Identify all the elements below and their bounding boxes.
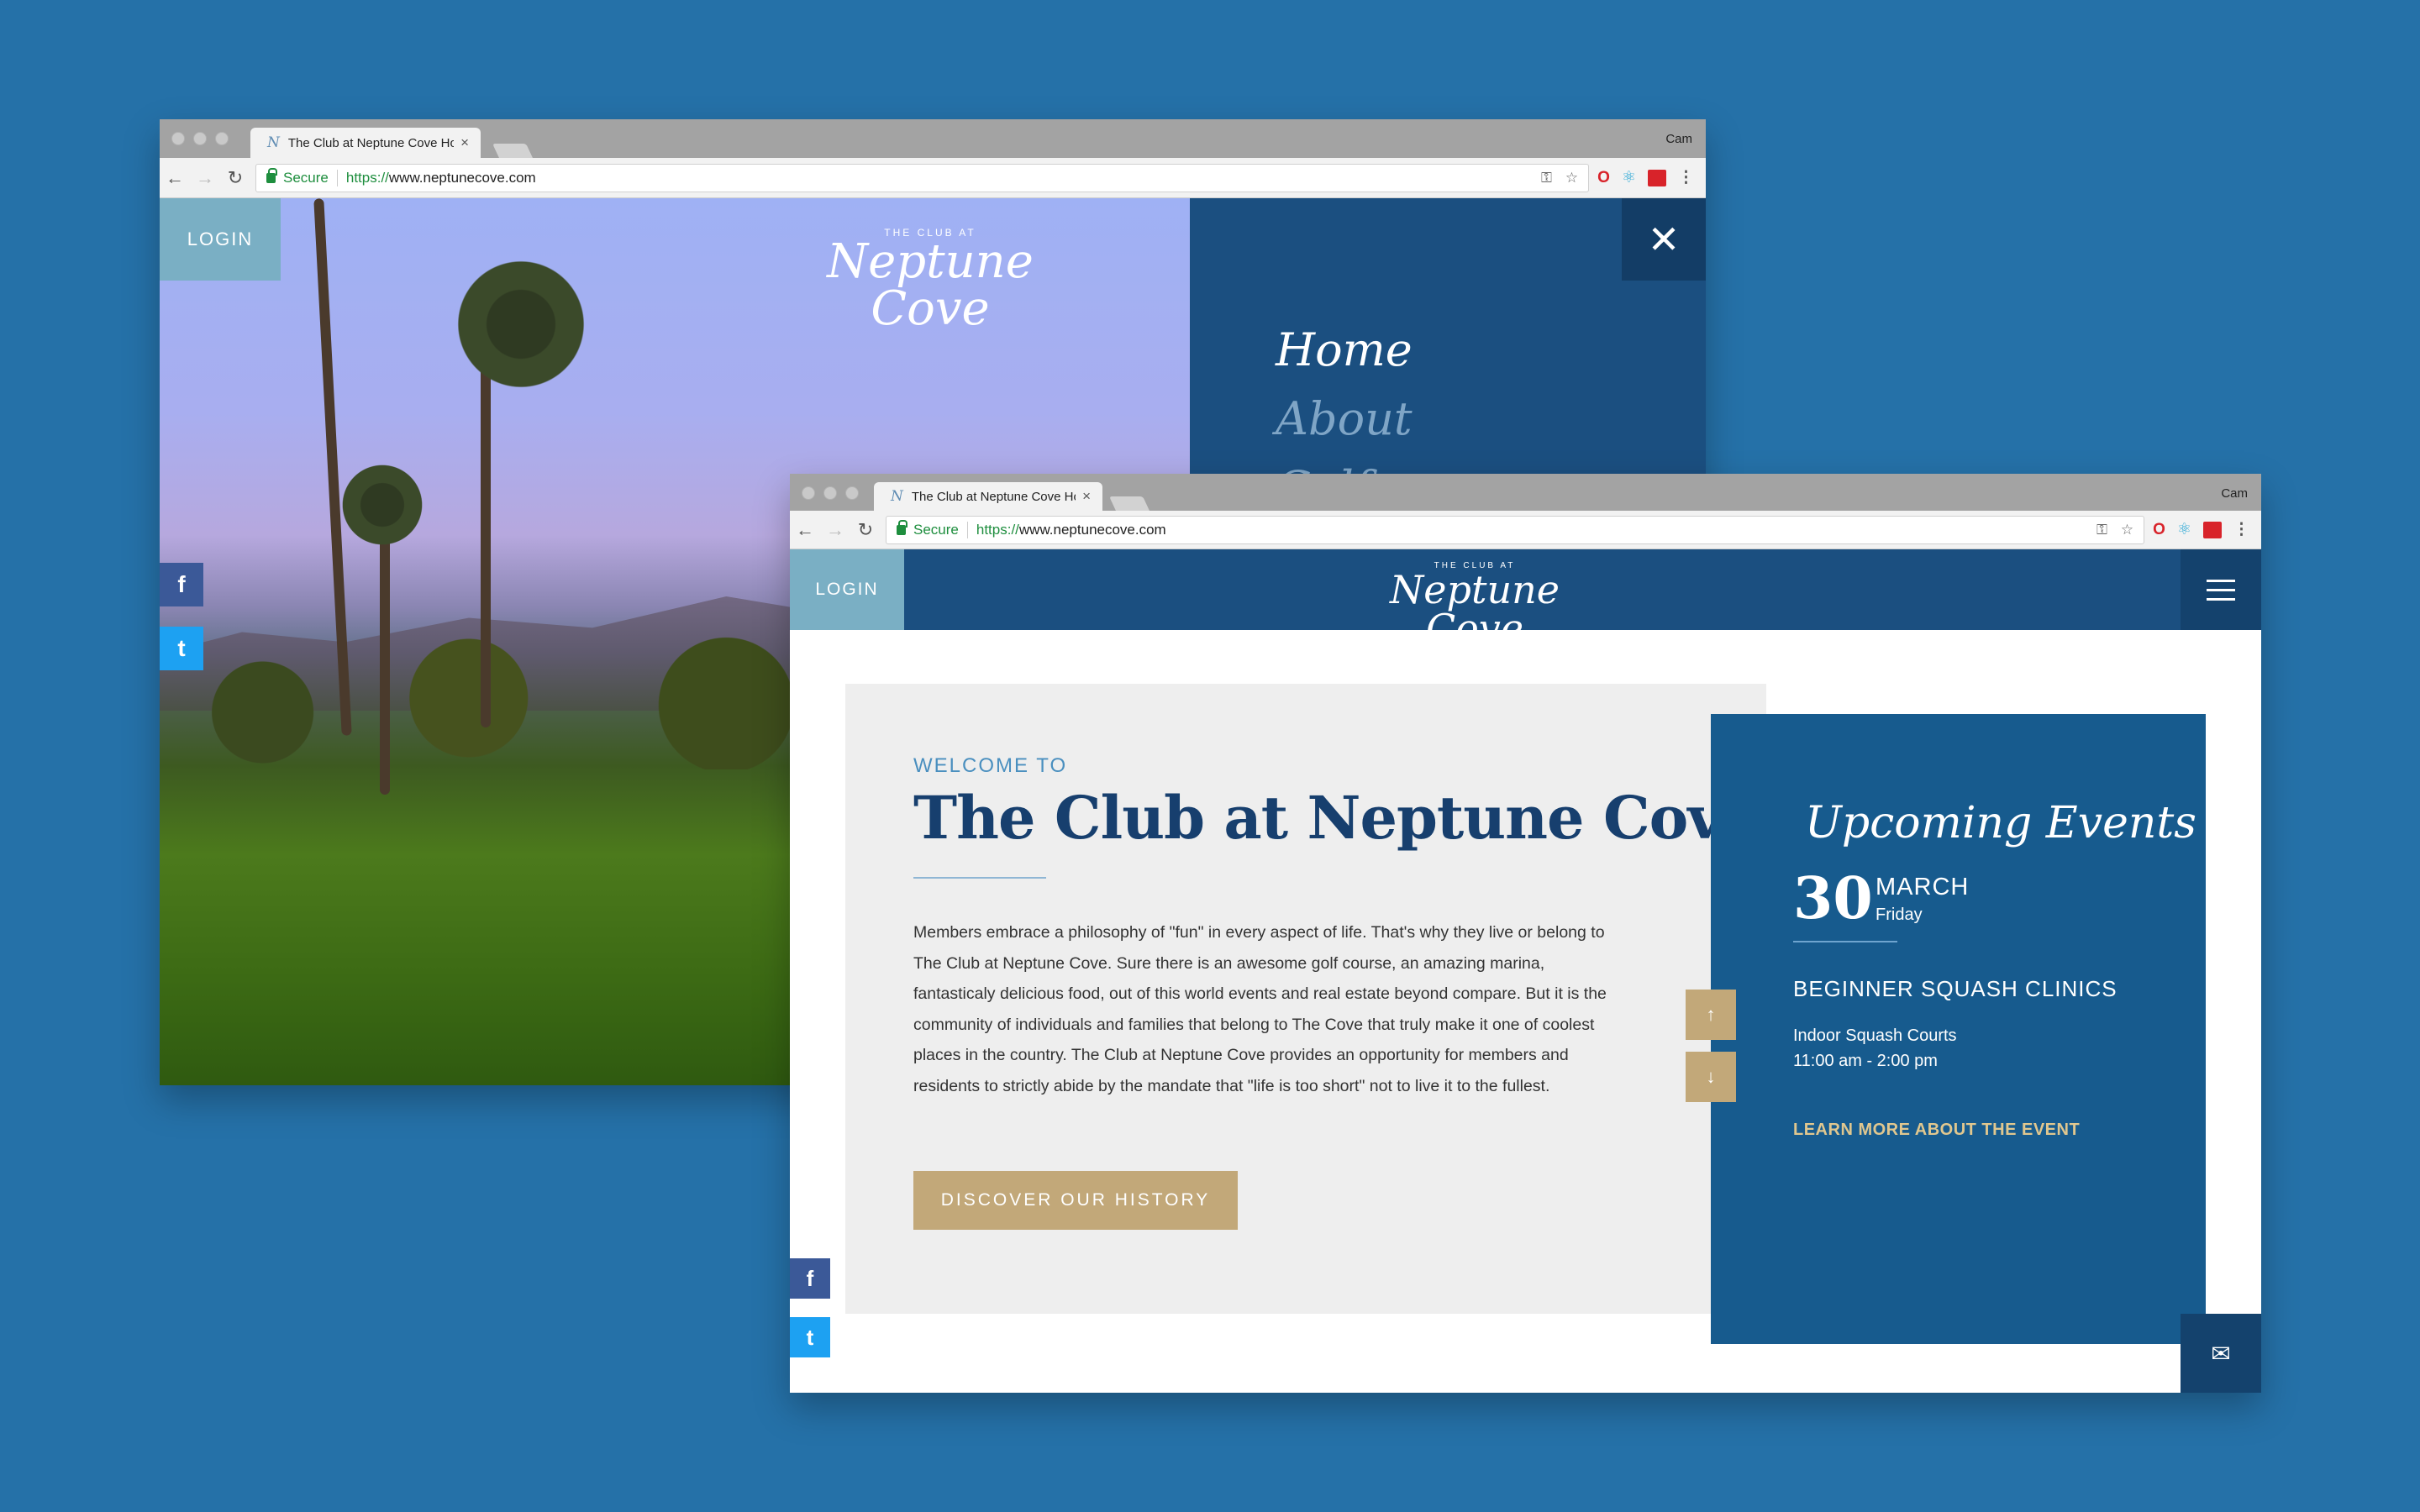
facebook-icon[interactable]: f: [160, 563, 203, 606]
forward-icon[interactable]: →: [190, 167, 220, 189]
welcome-card: WELCOME TO The Club at Neptune Cove Memb…: [845, 684, 1766, 1314]
close-menu-button[interactable]: ✕: [1622, 198, 1706, 281]
upcoming-events-panel: Upcoming Events 30 MARCH Friday BEGINNER…: [1711, 714, 2206, 1344]
bookmark-star-icon[interactable]: ☆: [1565, 170, 1578, 186]
window-controls: [802, 486, 859, 500]
event-location: Indoor Squash Courts: [1793, 1026, 1957, 1045]
twitter-icon[interactable]: t: [790, 1317, 830, 1357]
event-day: 30: [1793, 865, 1873, 932]
address-divider: [966, 521, 968, 538]
secure-label: Secure: [283, 169, 329, 186]
close-window-button[interactable]: [802, 486, 815, 500]
lock-icon: [266, 167, 277, 183]
opera-extension-icon[interactable]: O: [1597, 169, 1610, 187]
next-event-arrow-icon[interactable]: ↓: [1686, 1052, 1736, 1102]
nav-item-home[interactable]: Home: [1276, 316, 1413, 385]
profile-name[interactable]: Cam: [2221, 486, 2248, 501]
address-bar[interactable]: Secure https:// www.neptunecove.com ⚿ ☆: [886, 515, 2145, 544]
opera-extension-icon[interactable]: O: [2153, 521, 2165, 539]
browser-menu-icon[interactable]: ⋮: [1678, 168, 1694, 187]
event-weekday: Friday: [1876, 906, 1923, 924]
site-logo[interactable]: THE CLUB AT Neptune Cove: [1361, 561, 1588, 648]
tab-close-icon[interactable]: ×: [460, 134, 469, 151]
minimize-window-button[interactable]: [823, 486, 837, 500]
address-bar[interactable]: Secure https:// www.neptunecove.com ⚿ ☆: [255, 163, 1590, 192]
tab-strip: N The Club at Neptune Cove Hom × Cam: [790, 474, 2261, 511]
new-tab-button[interactable]: [1109, 496, 1150, 511]
url-scheme: https://: [976, 521, 1019, 538]
favicon-icon: N: [267, 134, 280, 151]
back-icon[interactable]: ←: [160, 167, 190, 189]
logo-wordmark: Neptune Cove: [827, 234, 1034, 336]
extensions: O ⚛ ⋮: [1597, 168, 1694, 187]
zoom-window-button[interactable]: [845, 486, 859, 500]
login-button[interactable]: LOGIN: [790, 549, 904, 630]
mail-icon[interactable]: ✉: [2181, 1314, 2261, 1393]
toolbar: ← → ↻ Secure https:// www.neptunecove.co…: [790, 511, 2261, 549]
site-logo[interactable]: THE CLUB AT Neptune Cove: [792, 227, 1069, 333]
twitter-icon[interactable]: t: [160, 627, 203, 670]
minimize-window-button[interactable]: [193, 132, 207, 145]
facebook-icon[interactable]: f: [790, 1258, 830, 1299]
nav-item-about[interactable]: About: [1276, 385, 1413, 454]
calendar-extension-icon[interactable]: [2203, 521, 2222, 538]
key-icon[interactable]: ⚿: [1541, 170, 1552, 186]
calendar-extension-icon[interactable]: [1648, 169, 1666, 186]
reload-icon[interactable]: ↻: [220, 167, 250, 189]
event-month: MARCH: [1876, 874, 1970, 900]
favicon-icon: N: [891, 488, 903, 505]
welcome-body-text: Members embrace a philosophy of "fun" in…: [913, 923, 1607, 1095]
forward-icon[interactable]: →: [820, 519, 850, 541]
browser-tab[interactable]: N The Club at Neptune Cove Hom ×: [250, 128, 481, 158]
palm-tree-crown: [437, 249, 605, 400]
extensions: O ⚛ ⋮: [2153, 520, 2249, 539]
event-date-divider: [1793, 941, 1897, 942]
event-time: 11:00 am - 2:00 pm: [1793, 1052, 1938, 1070]
key-icon[interactable]: ⚿: [2096, 522, 2107, 538]
welcome-label: WELCOME TO: [913, 754, 1068, 777]
tab-title: The Club at Neptune Cove Hom: [287, 135, 455, 150]
tab-title: The Club at Neptune Cove Hom: [911, 489, 1076, 504]
toolbar: ← → ↻ Secure https:// www.neptunecove.co…: [160, 158, 1706, 198]
back-icon[interactable]: ←: [790, 519, 820, 541]
hamburger-menu-icon[interactable]: [2181, 549, 2261, 630]
discover-history-button[interactable]: DISCOVER OUR HISTORY: [913, 1171, 1238, 1230]
new-tab-button[interactable]: [492, 144, 533, 158]
close-window-button[interactable]: [171, 132, 185, 145]
login-button[interactable]: LOGIN: [160, 198, 281, 281]
hamburger-line: [2207, 597, 2235, 601]
url-host: www.neptunecove.com: [1018, 521, 1166, 538]
address-divider: [336, 169, 338, 186]
logo-wordmark: Neptune Cove: [1390, 567, 1560, 651]
lock-icon: [897, 519, 908, 535]
learn-more-event-link[interactable]: LEARN MORE ABOUT THE EVENT: [1793, 1121, 2080, 1140]
previous-event-arrow-icon[interactable]: ↑: [1686, 990, 1736, 1040]
url-host: www.neptunecove.com: [388, 169, 536, 186]
window-controls: [171, 132, 229, 145]
page-title: The Club at Neptune Cove: [913, 783, 1759, 853]
reload-icon[interactable]: ↻: [850, 519, 881, 541]
url-scheme: https://: [345, 169, 389, 186]
react-devtools-icon[interactable]: ⚛: [2177, 520, 2191, 539]
secure-label: Secure: [913, 521, 959, 538]
site-header: LOGIN THE CLUB AT Neptune Cove: [790, 549, 2261, 648]
profile-name[interactable]: Cam: [1665, 132, 1692, 146]
browser-window-homepage: N The Club at Neptune Cove Hom × Cam ← →…: [790, 474, 2261, 1393]
hamburger-line: [2207, 579, 2235, 582]
event-name: BEGINNER SQUASH CLINICS: [1793, 976, 2118, 1001]
page-viewport: LOGIN THE CLUB AT Neptune Cove WELCOME T…: [790, 549, 2261, 1393]
palm-tree-trunk: [380, 517, 390, 795]
browser-menu-icon[interactable]: ⋮: [2233, 520, 2249, 539]
tab-close-icon[interactable]: ×: [1082, 488, 1091, 505]
browser-tab[interactable]: N The Club at Neptune Cove Hom ×: [874, 482, 1102, 511]
events-heading: Upcoming Events: [1805, 798, 2196, 848]
palm-tree-crown: [328, 459, 437, 551]
zoom-window-button[interactable]: [215, 132, 229, 145]
bookmark-star-icon[interactable]: ☆: [2121, 522, 2133, 538]
hamburger-line: [2207, 588, 2235, 591]
tab-strip: N The Club at Neptune Cove Hom × Cam: [160, 119, 1706, 158]
title-divider: [913, 877, 1046, 879]
react-devtools-icon[interactable]: ⚛: [1622, 168, 1636, 187]
